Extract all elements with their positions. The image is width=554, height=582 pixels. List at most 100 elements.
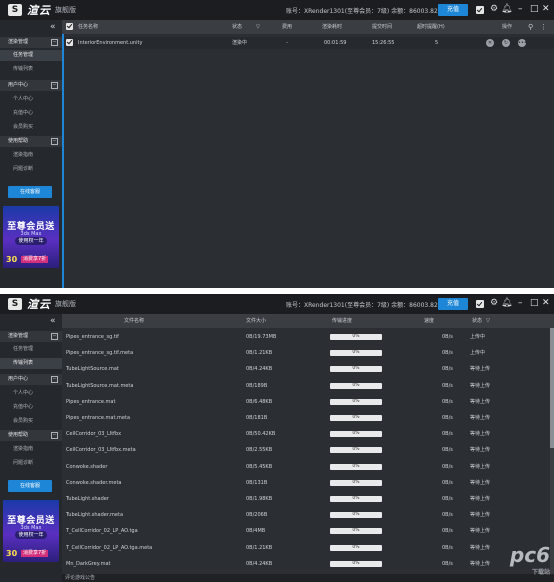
file-size: 0B/1.21KB	[246, 350, 273, 357]
sidebar-item-membership[interactable]: 会员购买	[0, 416, 62, 427]
file-size: 0B/189B	[246, 382, 268, 389]
minimize-button[interactable]: –	[518, 2, 523, 16]
search-icon[interactable]: ⚲	[528, 20, 533, 34]
bell-icon[interactable]: 🔔︎	[501, 297, 512, 309]
online-service-button[interactable]: 在线客服	[8, 480, 52, 492]
scrollbar[interactable]	[550, 328, 554, 582]
promo-badge: 30	[6, 255, 18, 264]
speed: 0B/s	[442, 415, 453, 421]
transfer-row[interactable]: Conwoke.shader 0B/5.45KB 0B/s 等待上传 0%	[62, 461, 554, 473]
sidebar-item-tasks[interactable]: 任务管理	[0, 50, 62, 61]
speed: 0B/s	[442, 382, 453, 389]
transfer-row[interactable]: Conwoke.shader.meta 0B/131B 0B/s 等待上传 0%	[62, 477, 554, 489]
collapse-sidebar-icon[interactable]: «	[50, 22, 56, 32]
speed: 0B/s	[442, 463, 453, 470]
progress-bar: 0%	[330, 560, 382, 567]
sidebar-item-profile[interactable]: 个人中心	[0, 94, 62, 105]
maximize-button[interactable]: □	[530, 296, 539, 310]
transfer-table-header: 文件名称 文件大小 传输进度 速度 状态 ▽	[62, 314, 554, 328]
sidebar-item-transfers[interactable]: 传输列表	[0, 64, 62, 75]
file-size: 0B/4.24KB	[246, 366, 273, 373]
close-button[interactable]: ✕	[542, 2, 550, 16]
promo-pill: 使用权一年	[15, 237, 47, 245]
filter-icon[interactable]: ▽	[486, 314, 490, 328]
transfer-row[interactable]: TubeLight.shader.meta 0B/206B 0B/s 等待上传 0%	[62, 509, 554, 521]
select-all-checkbox[interactable]	[66, 23, 73, 30]
app-edition: 旗舰版	[55, 6, 76, 14]
task-row[interactable]: InteriorEnvironment.unity 渲染中 - 00:01:59…	[62, 37, 554, 49]
speed: 0B/s	[442, 398, 453, 405]
file-size: 0B/2.55KB	[246, 447, 273, 454]
status: 等待上传	[470, 560, 491, 567]
sidebar-item-recharge[interactable]: 充值中心	[0, 108, 62, 119]
collapse-group-icon[interactable]: −	[51, 39, 58, 46]
recharge-button[interactable]: 充值	[438, 298, 468, 310]
sidebar-item-membership[interactable]: 会员购买	[0, 122, 62, 133]
task-name: InteriorEnvironment.unity	[78, 40, 143, 46]
scrollbar-thumb[interactable]	[550, 328, 554, 448]
status: 等待上传	[470, 528, 491, 535]
transfer-row[interactable]: TubeLightSource.mat 0B/4.24KB 0B/s 等待上传 0%	[62, 363, 554, 375]
file-name: Conwoke.shader.meta	[66, 479, 122, 486]
transfer-row[interactable]: TubeLightSource.mat.meta 0B/189B 0B/s 等待上传 0…	[62, 380, 554, 392]
collapse-group-icon[interactable]: −	[51, 333, 58, 340]
promo-banner[interactable]: 至尊会员送 3ds Max 使用权一年 30 消费享7折	[3, 206, 59, 268]
sidebar-group-help[interactable]: 使用帮助 −	[0, 430, 62, 441]
sidebar-item-guide[interactable]: 渲染指南	[0, 444, 62, 455]
transfer-row[interactable]: Mn_DarkGrey.mat 0B/4.24KB 0B/s 等待上传 0%	[62, 558, 554, 570]
stop-icon[interactable]: ✕	[486, 39, 494, 47]
sidebar-group-user[interactable]: 用户中心 −	[0, 374, 62, 385]
row-checkbox[interactable]	[66, 39, 73, 46]
refresh-icon[interactable]: ↻	[502, 39, 510, 47]
collapse-group-icon[interactable]: −	[51, 376, 58, 383]
sidebar-item-guide[interactable]: 渲染指南	[0, 150, 62, 161]
transfer-row[interactable]: Pipes_entrance.mat.meta 0B/181B 0B/s 等待上传 0%	[62, 412, 554, 424]
filter-icon[interactable]: ▽	[256, 20, 260, 34]
transfer-row[interactable]: CellCorridor_03_LItfbx.meta 0B/2.55KB 0B/s…	[62, 444, 554, 456]
maximize-button[interactable]: □	[530, 2, 539, 16]
cloud-logo-icon: S	[8, 4, 22, 16]
sidebar-item-tasks[interactable]: 任务管理	[0, 344, 62, 355]
progress-bar: 0%	[330, 398, 382, 405]
sidebar-group-user[interactable]: 用户中心 −	[0, 80, 62, 91]
collapse-group-icon[interactable]: −	[51, 82, 58, 89]
progress-bar: 0%	[330, 334, 382, 340]
promo-banner[interactable]: 至尊会员送 3ds Max 使用权一年 30 消费享7折	[3, 500, 59, 562]
group-label: 用户中心	[8, 376, 29, 382]
sidebar-group-render[interactable]: 渲染管理 −	[0, 331, 62, 342]
recharge-button[interactable]: 充值	[438, 4, 468, 16]
gear-icon[interactable]: ⚙	[490, 3, 498, 15]
transfer-row[interactable]: CellCorridor_03_LItfbx 0B/50.42KB 0B/s 等待上传…	[62, 428, 554, 440]
promo-pill: 使用权一年	[15, 531, 47, 539]
minimize-button[interactable]: –	[518, 296, 523, 310]
transfer-row[interactable]: T_CellCorridor_02_LP_AO.tga 0B/4MB 0B/s 等待上…	[62, 525, 554, 537]
sidebar-group-help[interactable]: 使用帮助 −	[0, 136, 62, 147]
transfer-row[interactable]: Pipes_entrance_sg.tif.meta 0B/1.21KB 0B/s 上…	[62, 347, 554, 359]
sidebar-item-diagnose[interactable]: 问题诊断	[0, 458, 62, 469]
progress-bar: 0%	[330, 512, 382, 519]
file-name: Conwoke.shader	[66, 463, 108, 470]
checkbox-icon[interactable]	[476, 300, 484, 308]
transfer-row[interactable]: T_CellCorridor_02_LP_AO.tga.meta 0B/1.21K…	[62, 542, 554, 554]
close-button[interactable]: ✕	[542, 296, 550, 310]
progress-bar: 0%	[330, 496, 382, 502]
bell-icon[interactable]: 🔔︎	[501, 3, 512, 15]
more-icon[interactable]: ⋮	[540, 20, 547, 34]
sidebar-item-diagnose[interactable]: 问题诊断	[0, 164, 62, 175]
sidebar-item-transfers[interactable]: 传输列表	[0, 358, 62, 369]
sidebar-item-profile[interactable]: 个人中心	[0, 388, 62, 399]
sidebar-group-render[interactable]: 渲染管理 −	[0, 37, 62, 48]
transfer-row[interactable]: Pipes_entrance.mat 0B/6.48KB 0B/s 等待上传 0%	[62, 396, 554, 408]
sidebar-item-recharge[interactable]: 充值中心	[0, 402, 62, 413]
collapse-sidebar-icon[interactable]: «	[50, 316, 56, 326]
file-name: TubeLight.shader	[66, 496, 109, 502]
gear-icon[interactable]: ⚙	[490, 297, 498, 309]
checkbox-icon[interactable]	[476, 6, 484, 14]
collapse-group-icon[interactable]: −	[51, 138, 58, 145]
collapse-group-icon[interactable]: −	[51, 432, 58, 439]
file-name: TubeLight.shader.meta	[66, 512, 124, 519]
transfer-row[interactable]: Pipes_entrance_sg.tif 0B/19.73MB 0B/s 上传中 0%	[62, 331, 554, 343]
more-options-icon[interactable]: •••	[518, 39, 527, 47]
online-service-button[interactable]: 在线客服	[8, 186, 52, 198]
transfer-row[interactable]: TubeLight.shader 0B/1.98KB 0B/s 等待上传 0%	[62, 493, 554, 505]
